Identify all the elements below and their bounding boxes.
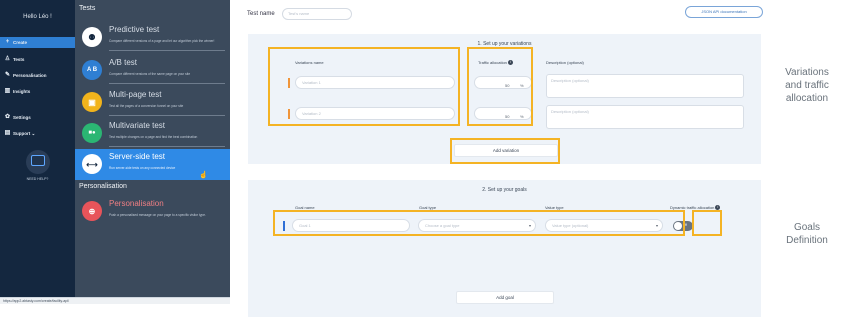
test-type-ab[interactable]: A B A/B test Compare different versions … [75,55,230,86]
greeting: Hello Léo ! [23,14,52,20]
goals-section: 2. Set up your goals Goal name Goal type… [248,180,761,317]
caption-line: and traffic [785,80,829,91]
test-type-multivariate[interactable]: ■● Multivariate test Test multiple chang… [75,118,230,149]
test-desc: Test all the pages of a conversion funne… [109,104,184,108]
nav-item-label: Personalisation [13,73,47,78]
description-label: Description (optional) [546,60,584,65]
highlight-goal-row [273,210,685,236]
ab-icon: A B [82,60,102,80]
test-desc: Compare different versions of the same p… [109,72,191,76]
caption-line: Goals [793,222,821,233]
nav-item-tests[interactable]: ♙ Tests [0,54,75,65]
nav-item-label: Create [13,40,28,45]
add-goal-button[interactable]: Add goal [456,291,554,304]
test-title: Multi-page test [109,90,162,99]
test-title: Multivariate test [109,121,166,130]
personalisation-heading: Personalisation [79,183,127,190]
caption-variations: Variations and traffic allocation [772,66,842,105]
description-textarea[interactable]: Description (optional) [546,74,744,98]
screen-icon [31,155,45,166]
test-desc: Run server-side tests on any connected d… [109,166,176,170]
test-title: Server-side test [109,152,166,161]
test-desc: Compare different versions of a page and… [109,39,215,43]
nav-item-insights[interactable]: ▥ Insights [0,86,75,97]
divider [109,83,225,84]
arrows-icon: ⟷ [82,154,102,174]
nav-item-label: Settings [13,115,31,120]
highlight-variations [268,47,460,126]
nav-item-create[interactable]: + Create [0,37,75,48]
target-icon: ⊕ [82,201,102,221]
test-title: Predictive test [109,25,160,34]
caption-line: Definition [786,235,828,246]
caption-goals: Goals Definition [772,221,842,247]
book-icon: ▤ [4,130,11,136]
test-type-multipage[interactable]: ▣ Multi-page test Test all the pages of … [75,87,230,118]
test-title: A/B test [109,58,138,67]
left-nav: Hello Léo ! + Create ♙ Tests ✎ Personali… [0,0,75,297]
divider [109,146,225,147]
test-title: Personalisation [109,199,164,208]
test-desc: Test multiple changes on a page and find… [109,135,198,139]
highlight-dynamic-toggle [692,210,722,236]
caption-line: Variations [785,67,829,78]
highlight-traffic [467,47,533,126]
shapes-icon: ■● [82,123,102,143]
highlight-add-variation [450,138,560,164]
status-bar-url: https://app2.abtasty.com/create/facility… [0,297,230,304]
tests-panel: Tests ⚉ Predictive test Compare differen… [75,0,230,297]
test-name-input[interactable]: Test's name [282,8,352,20]
pen-icon: ✎ [4,72,11,78]
test-name-label: Test name [247,11,275,17]
nav-item-settings[interactable]: ✿ Settings [0,112,75,123]
gear-icon: ✿ [4,114,11,120]
test-type-personalisation[interactable]: ⊕ Personalisation Push a personalised me… [75,196,230,227]
divider [109,50,225,51]
nav-item-label: Insights [13,89,31,94]
test-type-predictive[interactable]: ⚉ Predictive test Compare different vers… [75,22,230,53]
nav-item-personalisation[interactable]: ✎ Personalisation [0,70,75,81]
brain-icon: ⚉ [82,27,102,47]
description-textarea[interactable]: Description (optional) [546,105,744,129]
flask-icon: ♙ [4,56,11,62]
caption-line: allocation [785,93,829,104]
divider [109,115,225,116]
nav-item-support[interactable]: ▤ Support ⌄ [0,128,75,139]
screenshot-root: Hello Léo ! + Create ♙ Tests ✎ Personali… [0,0,845,317]
nav-item-label: Tests [13,57,25,62]
test-type-server-side[interactable]: ⟷ Server-side test Run server-side tests… [75,149,230,180]
plus-icon: + [5,39,10,45]
cursor-icon: ☝ [199,172,208,179]
section-title: 2. Set up your goals [482,187,527,193]
nav-item-label: Support ⌄ [13,131,36,136]
json-api-doc-button[interactable]: JSON API documentation [685,6,763,18]
tests-panel-title: Tests [79,5,96,12]
need-help-label: NEED HELP? [26,177,49,181]
chart-icon: ▥ [4,88,11,94]
pages-icon: ▣ [82,92,102,112]
test-desc: Push a personalised message on your page… [109,213,206,217]
